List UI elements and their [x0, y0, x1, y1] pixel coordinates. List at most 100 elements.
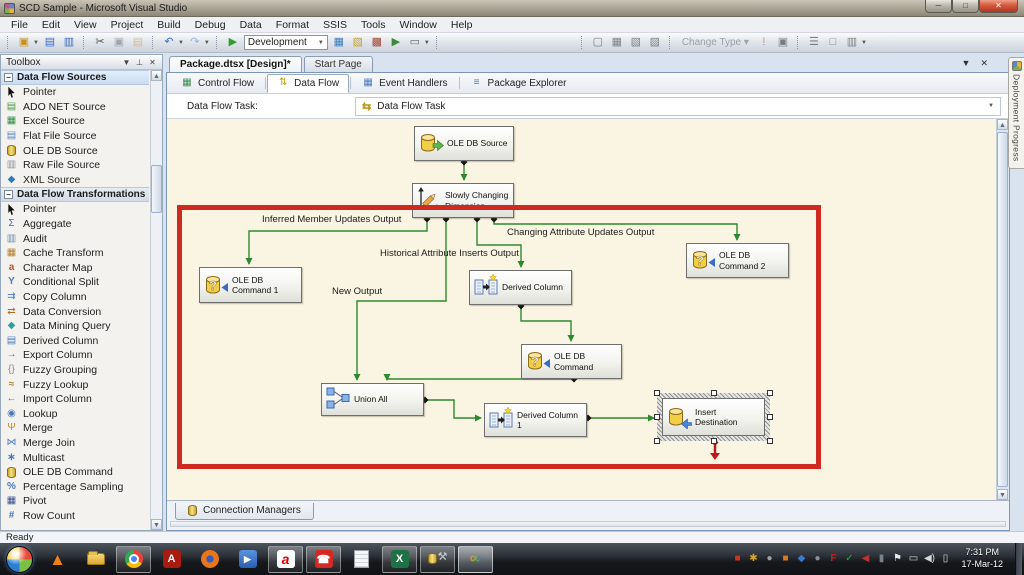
node-union-all[interactable]: Union All [321, 383, 424, 416]
node-derived-column-1[interactable]: Derived Column 1 [484, 403, 587, 437]
collapse-icon[interactable]: − [4, 190, 13, 199]
tray-bluetooth-icon[interactable]: ◆ [795, 554, 807, 564]
taskbar-app-airtel[interactable]: a [268, 546, 303, 573]
toolbox-item-raw-file-source[interactable]: ▥Raw File Source [1, 158, 149, 173]
toolbox-item-lookup[interactable]: ◉Lookup [1, 406, 149, 421]
taskbar-app-firefox[interactable] [192, 546, 227, 573]
toolbox-item-merge-join[interactable]: ⋈Merge Join [1, 436, 149, 451]
menu-item-data[interactable]: Data [233, 18, 269, 32]
toolbox-item-copy-column[interactable]: ⇉Copy Column [1, 290, 149, 305]
node-derived-column[interactable]: Derived Column [469, 270, 572, 305]
taskbar-app-adobe-reader[interactable]: A [154, 546, 189, 573]
connection-managers-tab[interactable]: Connection Managers [175, 503, 314, 520]
toolbar-grip[interactable] [581, 36, 584, 49]
execute-sql-icon[interactable]: ▣ [775, 35, 791, 50]
data-flow-design-surface[interactable]: OLE DB Source Slowly Changing Dimension ?O… [167, 119, 996, 500]
start-button[interactable] [6, 546, 33, 573]
add-new-derived-table-icon[interactable]: ▥ [844, 35, 860, 50]
menu-item-view[interactable]: View [67, 18, 104, 32]
scroll-down-icon[interactable]: ▼ [151, 519, 162, 530]
designer-tab-data-flow[interactable]: ⇅Data Flow [267, 74, 349, 93]
solution-explorer-icon[interactable]: ▦ [331, 35, 347, 50]
undo-icon[interactable]: ↶ [161, 35, 177, 50]
toolbox-item-merge[interactable]: ΨMerge [1, 421, 149, 436]
toolbox-item-aggregate[interactable]: ΣAggregate [1, 217, 149, 232]
cut-icon[interactable]: ✂ [92, 35, 108, 50]
designer-vertical-scrollbar[interactable]: ▲ ▼ [996, 119, 1009, 500]
taskbar-app-visual-studio[interactable]: ∞ [458, 546, 493, 573]
restore-button[interactable]: □ [952, 0, 979, 13]
start-page-icon[interactable]: ▶ [388, 35, 404, 50]
action-center-flag-icon[interactable]: ⚑ [891, 554, 903, 564]
connection-managers-scrollbar[interactable] [170, 521, 1006, 527]
selection-handle[interactable] [767, 438, 773, 444]
toolbox-item-data-mining-query[interactable]: ◆Data Mining Query [1, 319, 149, 334]
node-slowly-changing-dimension[interactable]: Slowly Changing Dimension [412, 183, 514, 218]
sql-pane-icon[interactable]: ▧ [628, 35, 644, 50]
toolbox-item-conditional-split[interactable]: YConditional Split [1, 275, 149, 290]
toolbox-item-import-column[interactable]: ←Import Column [1, 392, 149, 407]
toolbox-item-ole-db-source[interactable]: OLE DB Source [1, 143, 149, 158]
toolbox-item-data-conversion[interactable]: ⇄Data Conversion [1, 304, 149, 319]
menu-item-ssis[interactable]: SSIS [316, 18, 354, 32]
taskbar-app-vlc[interactable]: ▲ [40, 546, 75, 573]
toolbox-item-fuzzy-grouping[interactable]: {}Fuzzy Grouping [1, 363, 149, 378]
selection-handle[interactable] [711, 438, 717, 444]
show-desktop-button[interactable] [1015, 543, 1022, 575]
selection-handle[interactable] [767, 414, 773, 420]
group-by-icon[interactable]: ☰ [806, 35, 822, 50]
taskbar-clock[interactable]: 7:31 PM 17-Mar-12 [955, 547, 1011, 570]
node-ole-db-command[interactable]: ?OLE DB Command [521, 344, 622, 379]
menu-item-format[interactable]: Format [269, 18, 316, 32]
toolbox-section-data-flow-transformations[interactable]: −Data Flow Transformations [1, 187, 149, 202]
save-icon[interactable]: ▤ [42, 35, 58, 50]
taskbar-app-sticky-notes[interactable] [344, 546, 379, 573]
taskbar-app-mobile-partner[interactable]: ☎ [306, 546, 341, 573]
toolbox-item-row-count[interactable]: #Row Count [1, 509, 149, 524]
selection-handle[interactable] [654, 390, 660, 396]
menu-item-tools[interactable]: Tools [354, 18, 393, 32]
add-table-icon[interactable]: □ [825, 35, 841, 50]
deployment-progress-tab[interactable]: Deployment Progress [1008, 57, 1024, 169]
menu-item-build[interactable]: Build [150, 18, 187, 32]
minimize-button[interactable]: ─ [925, 0, 952, 13]
toolbox-item-excel-source[interactable]: ▦Excel Source [1, 114, 149, 129]
save-all-icon[interactable]: ▥ [61, 35, 77, 50]
other-windows-icon[interactable]: ▭ [407, 35, 423, 50]
designer-tab-package-explorer[interactable]: ≡Package Explorer [461, 74, 577, 93]
toolbox-item-cache-transform[interactable]: ▦Cache Transform [1, 246, 149, 261]
tray-updater-icon[interactable]: ✱ [747, 554, 759, 564]
menu-item-window[interactable]: Window [393, 18, 444, 32]
selection-handle[interactable] [654, 438, 660, 444]
scrollbar-thumb[interactable] [997, 132, 1008, 487]
menu-item-project[interactable]: Project [104, 18, 151, 32]
auto-hide-pin-icon[interactable]: ⊥ [133, 58, 146, 67]
tab-list-dropdown-icon[interactable]: ▼ [962, 58, 971, 69]
tray-device-icon[interactable]: ▮ [875, 554, 887, 564]
tray-utility-icon[interactable]: ■ [779, 554, 791, 564]
menu-item-file[interactable]: File [4, 18, 35, 32]
toolbar-grip[interactable] [7, 36, 10, 49]
toolbox-button-icon[interactable]: ▩ [369, 35, 385, 50]
toolbox-item-flat-file-source[interactable]: ▤Flat File Source [1, 129, 149, 144]
toolbox-item-percentage-sampling[interactable]: %Percentage Sampling [1, 479, 149, 494]
toolbox-item-pivot[interactable]: ▦Pivot [1, 494, 149, 509]
taskbar-app-chrome[interactable] [116, 546, 151, 573]
designer-tab-event-handlers[interactable]: ▦Event Handlers [352, 74, 457, 93]
network-icon[interactable]: ▭ [907, 554, 919, 564]
selection-handle[interactable] [711, 390, 717, 396]
toolbox-item-fuzzy-lookup[interactable]: ≈Fuzzy Lookup [1, 377, 149, 392]
new-project-icon[interactable]: ▣ [16, 35, 32, 50]
volume-icon[interactable]: ◀) [923, 554, 935, 564]
tray-flash-icon[interactable]: F [827, 554, 839, 564]
scroll-up-icon[interactable]: ▲ [997, 119, 1008, 130]
node-insert-destination[interactable]: Insert Destination [662, 398, 765, 436]
properties-window-icon[interactable]: ▧ [350, 35, 366, 50]
tray-checkmark-icon[interactable]: ✓ [843, 554, 855, 564]
copy-icon[interactable]: ▣ [111, 35, 127, 50]
taskbar-app-sql-server-tools[interactable]: ⚒ [420, 546, 455, 573]
toolbox-item-ole-db-command[interactable]: OLE DB Command [1, 465, 149, 480]
taskbar-app-media-player[interactable]: ▶ [230, 546, 265, 573]
node-ole-db-source[interactable]: OLE DB Source [414, 126, 514, 161]
close-toolbox-icon[interactable]: ✕ [146, 58, 159, 67]
